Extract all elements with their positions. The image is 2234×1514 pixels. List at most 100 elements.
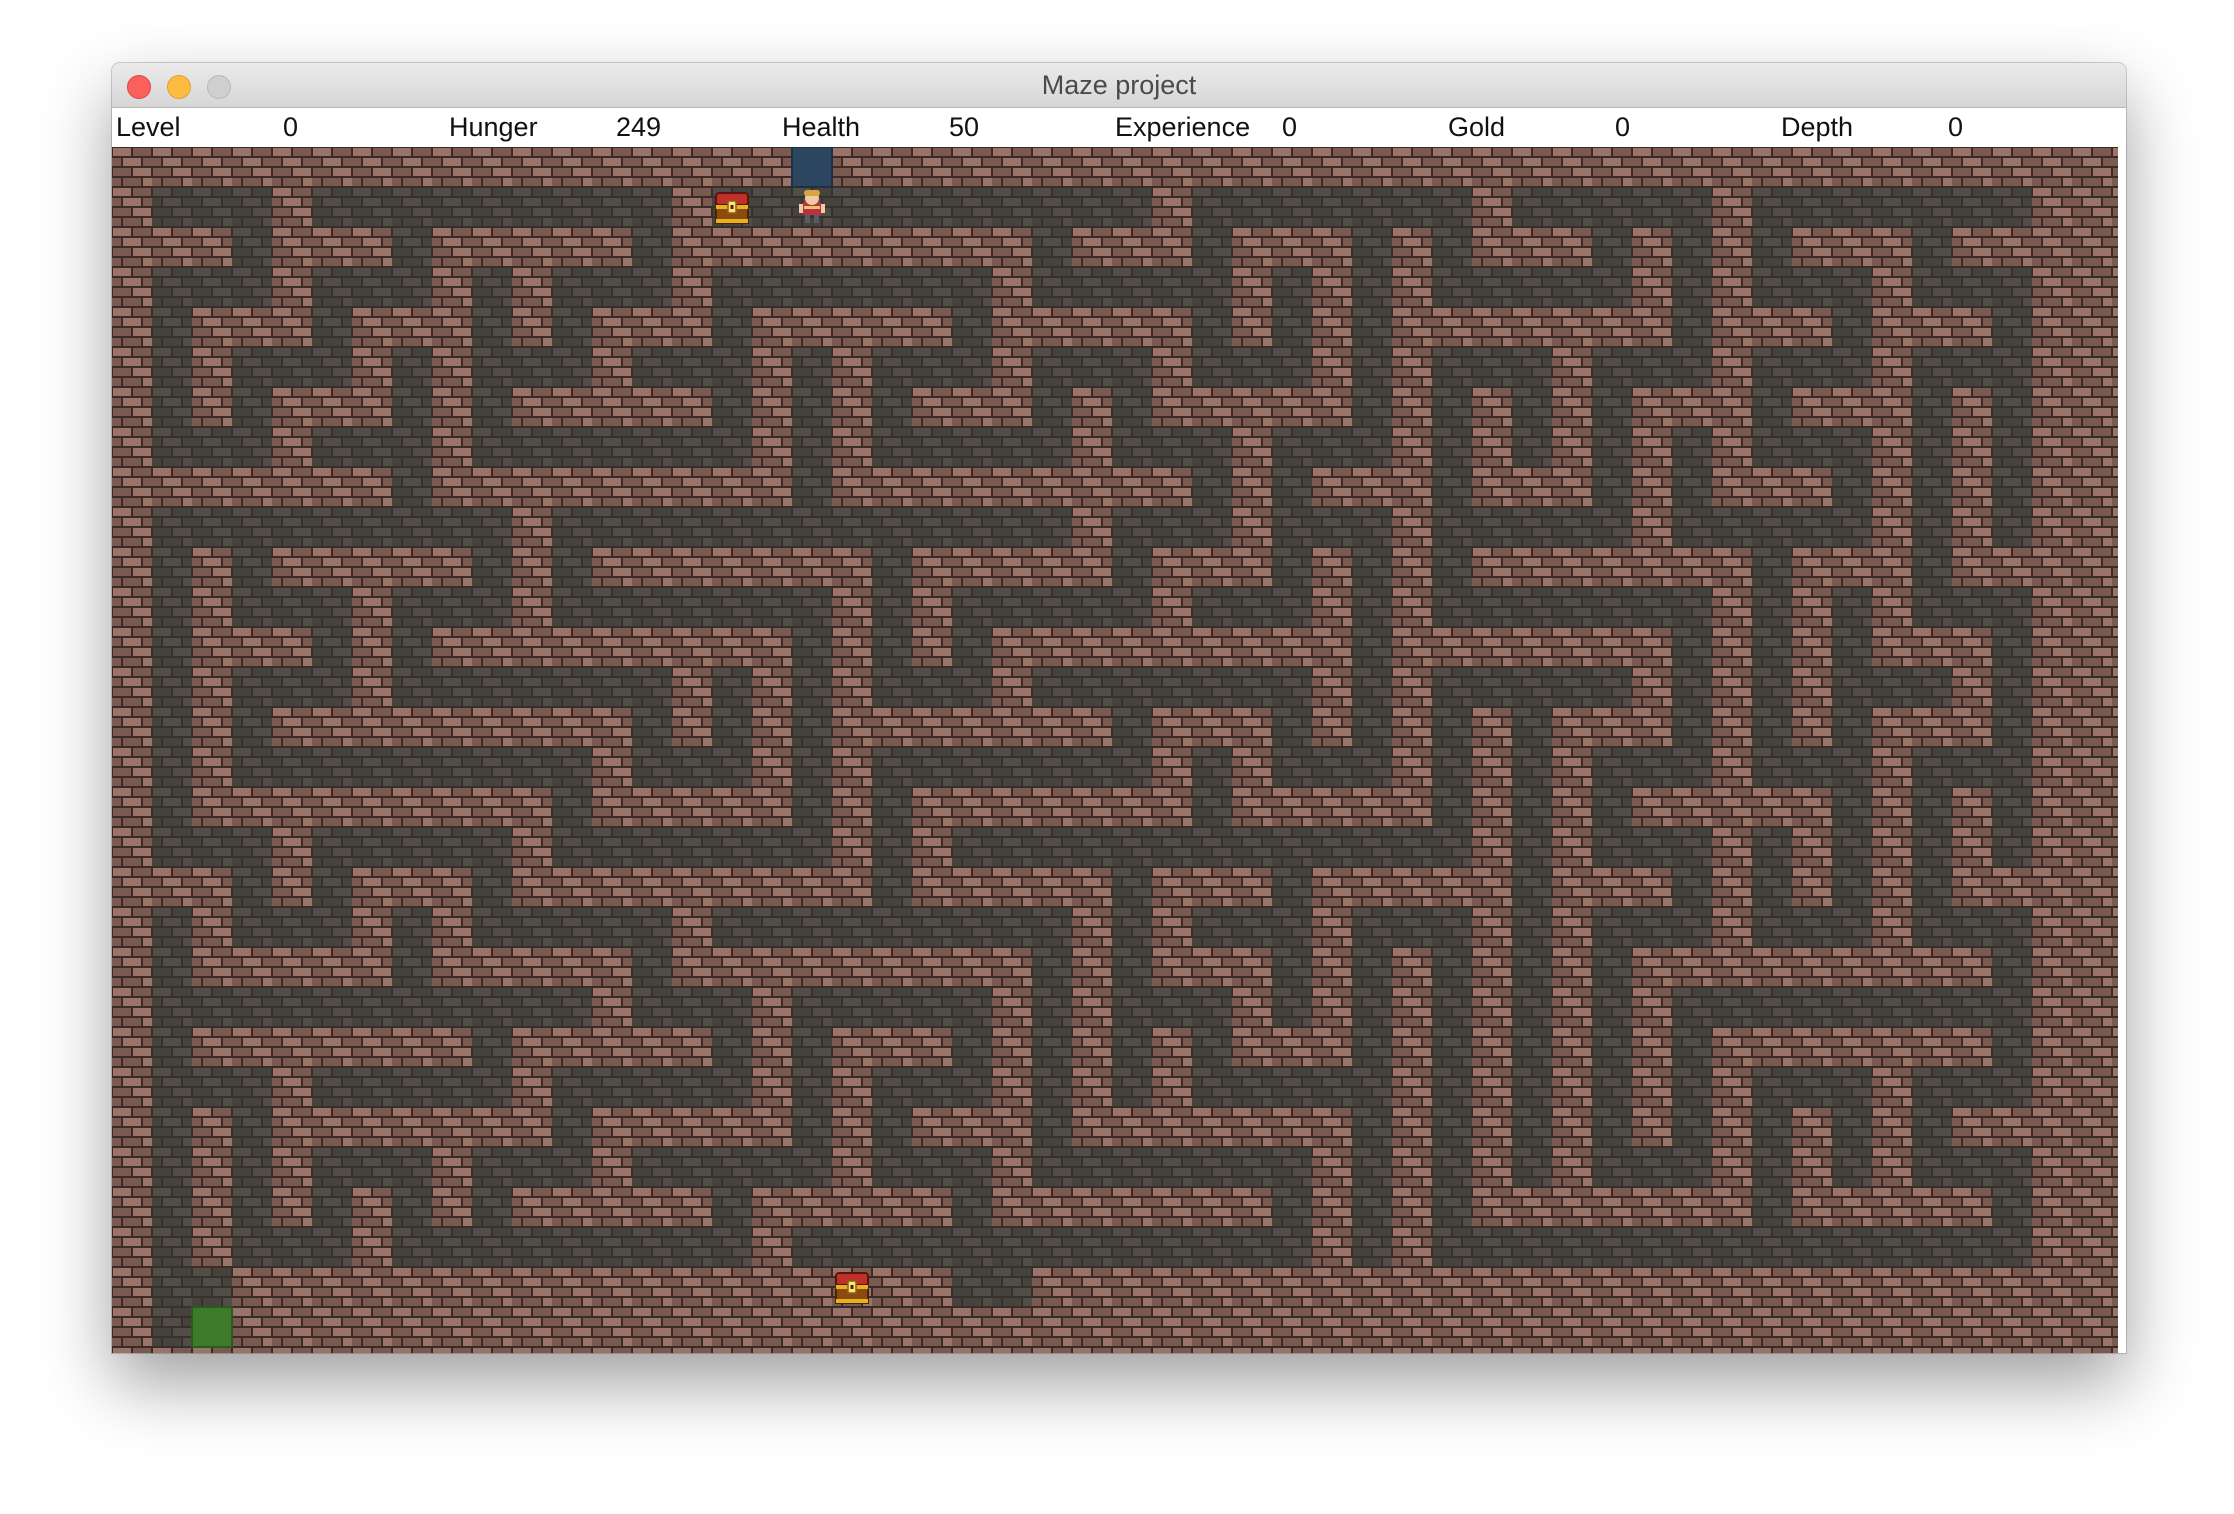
floor-tile [752, 507, 792, 547]
floor-tile [552, 907, 592, 947]
floor-tile [1032, 987, 1072, 1027]
floor-tile [1152, 667, 1192, 707]
floor-tile [1232, 587, 1272, 627]
floor-tile [952, 987, 992, 1027]
floor-tile [1432, 667, 1472, 707]
floor-tile [712, 347, 752, 387]
floor-tile [232, 1147, 272, 1187]
floor-tile [1032, 747, 1072, 787]
floor-tile [552, 667, 592, 707]
floor-tile [232, 1067, 272, 1107]
floor-tile [872, 667, 912, 707]
floor-tile [1432, 707, 1472, 747]
floor-tile [1752, 907, 1792, 947]
floor-tile [872, 747, 912, 787]
floor-tile [792, 1147, 832, 1187]
floor-tile [1672, 1067, 1712, 1107]
floor-tile [1992, 1187, 2032, 1227]
floor-tile [1352, 547, 1392, 587]
floor-tile [1832, 267, 1872, 307]
floor-tile [1672, 707, 1712, 747]
floor-tile [1792, 987, 1832, 1027]
floor-tile [1232, 667, 1272, 707]
floor-tile [1912, 507, 1952, 547]
floor-tile [672, 347, 712, 387]
floor-tile [1952, 347, 1992, 387]
floor-tile [712, 307, 752, 347]
floor-tile [1992, 187, 2032, 227]
maze-area[interactable] [112, 147, 2126, 1353]
floor-tile [1112, 1067, 1152, 1107]
floor-tile [472, 907, 512, 947]
floor-tile [1352, 267, 1392, 307]
floor-tile [152, 947, 192, 987]
floor-tile [1512, 507, 1552, 547]
floor-tile [1752, 627, 1792, 667]
floor-tile [312, 627, 352, 667]
floor-tile [472, 307, 512, 347]
floor-tile [152, 627, 192, 667]
hunger-label: Hunger [449, 112, 538, 142]
floor-tile [872, 347, 912, 387]
floor-tile [1112, 587, 1152, 627]
floor-tile [312, 747, 352, 787]
floor-tile [352, 1067, 392, 1107]
floor-tile [1392, 187, 1432, 227]
floor-tile [232, 1187, 272, 1227]
floor-tile [152, 587, 192, 627]
floor-tile [1992, 787, 2032, 827]
floor-tile [872, 1107, 912, 1147]
floor-tile [152, 387, 192, 427]
floor-tile [712, 707, 752, 747]
floor-tile [872, 907, 912, 947]
floor-tile [712, 1147, 752, 1187]
maze-grid[interactable] [112, 147, 2118, 1353]
floor-tile [1912, 187, 1952, 227]
floor-tile [592, 907, 632, 947]
floor-tile [472, 667, 512, 707]
floor-tile [472, 507, 512, 547]
floor-tile [632, 1147, 672, 1187]
floor-tile [1192, 1227, 1232, 1267]
floor-tile [1312, 827, 1352, 867]
floor-tile [872, 587, 912, 627]
floor-tile [792, 267, 832, 307]
floor-tile [1272, 1067, 1312, 1107]
floor-tile [712, 587, 752, 627]
floor-tile [632, 747, 672, 787]
floor-tile [992, 827, 1032, 867]
floor-tile [1912, 867, 1952, 907]
floor-tile [1592, 787, 1632, 827]
floor-tile [472, 187, 512, 227]
floor-tile [1952, 587, 1992, 627]
treasure-chest-icon[interactable] [835, 1272, 869, 1304]
floor-tile [1672, 267, 1712, 307]
floor-tile [312, 347, 352, 387]
floor-tile [432, 1227, 472, 1267]
floor-tile [1432, 987, 1472, 1027]
floor-tile [1272, 987, 1312, 1027]
floor-tile [1112, 907, 1152, 947]
floor-tile [952, 827, 992, 867]
floor-tile [352, 187, 392, 227]
floor-tile [1192, 907, 1232, 947]
floor-tile [1912, 267, 1952, 307]
floor-tile [1432, 227, 1472, 267]
floor-tile [1432, 907, 1472, 947]
floor-tile [1912, 227, 1952, 267]
floor-tile [1552, 187, 1592, 227]
floor-tile [392, 467, 432, 507]
floor-tile [1272, 507, 1312, 547]
floor-tile [632, 587, 672, 627]
floor-tile [552, 427, 592, 467]
floor-tile [232, 347, 272, 387]
floor-tile [1232, 827, 1272, 867]
floor-tile [552, 587, 592, 627]
floor-tile [192, 1267, 232, 1307]
floor-tile [1152, 1227, 1192, 1267]
treasure-chest-icon[interactable] [715, 192, 749, 224]
floor-tile [1992, 307, 2032, 347]
title-bar: Maze project [112, 63, 2126, 108]
floor-tile [352, 267, 392, 307]
floor-tile [512, 1147, 552, 1187]
